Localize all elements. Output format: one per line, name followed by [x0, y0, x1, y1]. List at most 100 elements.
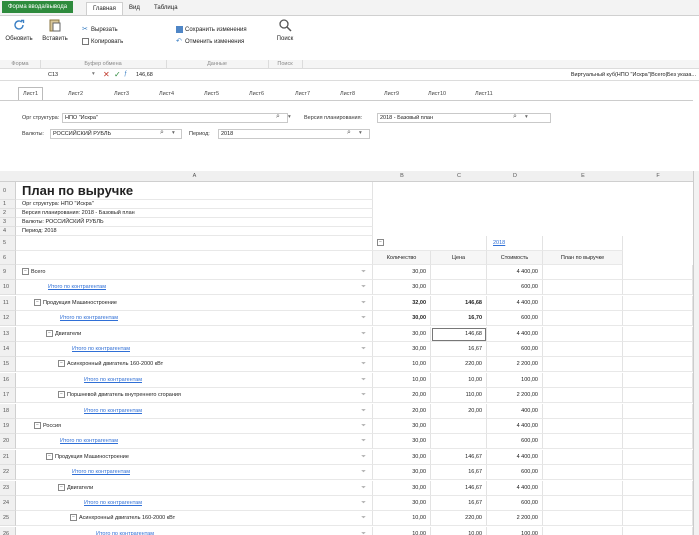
cell[interactable] — [623, 511, 693, 526]
cell[interactable] — [623, 434, 693, 449]
quantity-cell[interactable]: 10,00 — [373, 357, 431, 372]
sheet-tab[interactable]: Лист1 — [18, 87, 44, 101]
row-label-cell[interactable]: − Двигатели ⏷ — [16, 327, 373, 342]
row-header[interactable]: 12 — [0, 311, 16, 326]
cost-cell[interactable]: 2 200,00 — [487, 357, 543, 372]
filter-icon[interactable]: ⏷ — [361, 311, 366, 325]
collapse-icon[interactable]: − — [58, 391, 65, 399]
filter-icon[interactable]: ⏷ — [361, 342, 366, 356]
cell[interactable] — [623, 373, 693, 388]
row-label-cell[interactable]: Итого по контрагентам ⏷ — [16, 373, 373, 388]
row-header[interactable]: 24 — [0, 496, 16, 511]
cell[interactable] — [16, 236, 373, 251]
paste-button[interactable]: Вставить — [40, 18, 70, 42]
quantity-cell[interactable]: 20,00 — [373, 404, 431, 419]
sheet-tab[interactable]: Лист7 — [295, 88, 310, 100]
row-label-cell[interactable]: − Поршневой двигатель внутреннего сгорани… — [16, 388, 373, 403]
revenue-plan-cell[interactable] — [543, 357, 623, 372]
save-changes-button[interactable]: Сохранить изменения — [176, 26, 247, 35]
revenue-plan-cell[interactable] — [543, 373, 623, 388]
revenue-plan-cell[interactable] — [543, 296, 623, 311]
filter-icon[interactable]: ⏷ — [361, 511, 366, 525]
row-header[interactable]: 21 — [0, 450, 16, 465]
cell[interactable] — [623, 527, 693, 535]
row-header[interactable]: 18 — [0, 404, 16, 419]
cost-cell[interactable]: 4 400,00 — [487, 419, 543, 434]
price-cell[interactable] — [431, 419, 487, 434]
row-header[interactable]: 13 — [0, 327, 16, 342]
row-label-cell[interactable]: Итого по контрагентам ⏷ — [16, 311, 373, 326]
price-cell[interactable]: 146,67 — [431, 481, 487, 496]
row-label-cell[interactable]: − Продукция Машиностроение ⏷ — [16, 296, 373, 311]
collapse-icon[interactable]: − — [58, 484, 65, 492]
version-dropdown-icon[interactable]: ▾ — [525, 114, 528, 120]
revenue-plan-cell[interactable] — [543, 511, 623, 526]
row-label-cell[interactable]: − Асинхронный двигатель 160-2000 кВт ⏷ — [16, 357, 373, 372]
cell[interactable] — [623, 357, 693, 372]
vertical-scrollbar[interactable] — [693, 171, 699, 535]
cell[interactable] — [623, 419, 693, 434]
total-by-counterparties-link[interactable]: Итого по контрагентам — [84, 377, 142, 383]
cost-cell[interactable]: 2 200,00 — [487, 388, 543, 403]
price-cell[interactable] — [431, 434, 487, 449]
row-header[interactable]: 19 — [0, 419, 16, 434]
price-cell[interactable]: 20,00 — [431, 404, 487, 419]
row-header[interactable]: 9 — [0, 265, 16, 280]
revenue-plan-cell[interactable] — [543, 265, 623, 280]
column-header-e[interactable]: E — [543, 171, 624, 182]
row-header[interactable]: 23 — [0, 481, 16, 496]
confirm-edit-icon[interactable]: ✓ — [114, 70, 121, 79]
sheet-tab[interactable]: Лист10 — [428, 88, 446, 100]
filter-icon[interactable]: ⏷ — [361, 265, 366, 279]
tab-view[interactable]: Вид — [123, 2, 146, 14]
sheet-tab[interactable]: Лист4 — [159, 88, 174, 100]
row-label-cell[interactable]: − Двигатели ⏷ — [16, 481, 373, 496]
quantity-cell[interactable]: 30,00 — [373, 450, 431, 465]
filter-icon[interactable]: ⏷ — [361, 465, 366, 479]
cell[interactable] — [623, 265, 693, 280]
price-cell[interactable] — [431, 265, 487, 280]
org-search-icon[interactable]: ⌕ — [276, 113, 280, 121]
filter-icon[interactable]: ⏷ — [361, 388, 366, 402]
filter-icon[interactable]: ⏷ — [361, 419, 366, 433]
revenue-plan-cell[interactable] — [543, 496, 623, 511]
sheet-tab[interactable]: Лист3 — [114, 88, 129, 100]
cost-cell[interactable]: 4 400,00 — [487, 327, 543, 342]
price-cell[interactable]: 220,00 — [431, 357, 487, 372]
price-cell[interactable]: 16,67 — [431, 342, 487, 357]
currency-search-icon[interactable]: ⌕ — [160, 129, 164, 137]
filter-icon[interactable]: ⏷ — [361, 280, 366, 294]
formula-icon[interactable]: ƒ — [124, 71, 127, 77]
revenue-plan-cell[interactable] — [543, 327, 623, 342]
cell-ref-dropdown-icon[interactable]: ▾ — [92, 71, 95, 77]
total-by-counterparties-link[interactable]: Итого по контрагентам — [72, 469, 130, 475]
row-header[interactable]: 3 — [0, 218, 16, 227]
row-header[interactable]: 26 — [0, 527, 16, 535]
cell[interactable] — [543, 236, 623, 251]
cell[interactable] — [623, 388, 693, 403]
price-cell[interactable]: 220,00 — [431, 511, 487, 526]
revenue-plan-cell[interactable] — [543, 481, 623, 496]
column-header-b[interactable]: B — [373, 171, 432, 182]
cell-reference[interactable]: C13 — [48, 71, 88, 79]
row-label-cell[interactable]: − Асинхронный двигатель 160-2000 кВт ⏷ — [16, 511, 373, 526]
filter-icon[interactable]: ⏷ — [361, 434, 366, 448]
cost-cell[interactable]: 2 200,00 — [487, 511, 543, 526]
cost-cell[interactable]: 600,00 — [487, 280, 543, 295]
select-all-corner[interactable] — [0, 171, 17, 182]
sheet-tab[interactable]: Лист2 — [68, 88, 83, 100]
price-cell[interactable]: 16,67 — [431, 496, 487, 511]
cost-cell[interactable]: 600,00 — [487, 434, 543, 449]
quantity-cell[interactable]: 30,00 — [373, 265, 431, 280]
total-by-counterparties-link[interactable]: Итого по контрагентам — [84, 500, 142, 506]
revenue-plan-cell[interactable] — [543, 450, 623, 465]
cost-cell[interactable]: 600,00 — [487, 465, 543, 480]
filter-icon[interactable]: ⏷ — [361, 327, 366, 341]
cell[interactable] — [623, 342, 693, 357]
revenue-plan-cell[interactable] — [543, 404, 623, 419]
revenue-plan-cell[interactable] — [543, 388, 623, 403]
collapse-icon[interactable]: − — [22, 268, 29, 276]
row-header[interactable]: 1 — [0, 200, 16, 209]
row-header[interactable]: 25 — [0, 511, 16, 526]
cost-cell[interactable]: 4 400,00 — [487, 450, 543, 465]
